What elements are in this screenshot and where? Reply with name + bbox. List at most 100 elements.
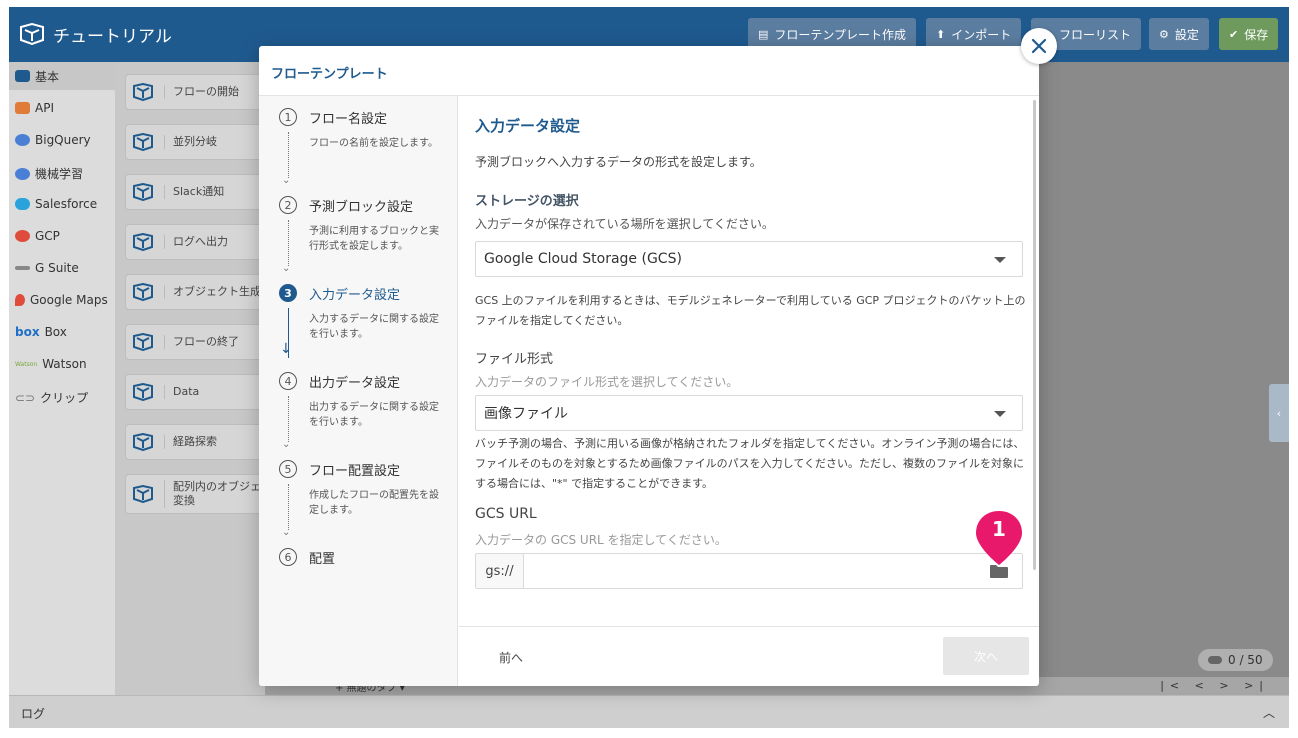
app-title: チュートリアル [53,27,172,47]
palette-item-bigquery[interactable]: BigQuery [15,133,91,147]
block-item[interactable]: 配列内のオブジェ 変換 [125,474,275,514]
block-item[interactable]: ログへ出力 [125,224,275,260]
step-title: フロー名設定 [309,112,388,127]
basic-icon [15,70,30,82]
log-label: ログ [21,707,46,721]
log-panel[interactable]: ログ ︿ [9,695,1289,728]
file-format-selected: 画像ファイル [484,406,568,422]
file-format-note: バッチ予測の場合、予測に用いる画像が格納されたフォルダを指定してください。オンラ… [475,437,1025,490]
palette-item-ml[interactable]: 機械学習 [15,165,83,182]
gcs-url-prefix: gs:// [476,554,524,588]
step-connector [288,132,289,178]
brain-icon [15,167,30,180]
gsuite-icon [15,266,30,270]
block-cube-icon [133,333,153,351]
file-format-hint: 入力データのファイル形式を選択してください。 [475,375,739,389]
upload-icon: ⬆ [936,27,946,41]
storage-hint: 入力データが保存されている場所を選択してください。 [475,217,774,231]
palette-item-salesforce[interactable]: Salesforce [15,197,97,211]
step-description: フローの名前を設定します。 [309,138,438,149]
block-cube-icon [133,233,153,251]
block-item[interactable]: フローの終了 [125,324,275,360]
palette-item-api[interactable]: API [15,101,54,115]
arrow-down-icon: ⌄ [282,175,291,186]
block-counter: 0 / 50 [1198,649,1273,671]
block-cube-icon [133,283,153,301]
block-item[interactable]: Slack通知 [125,174,275,210]
palette-item-box[interactable]: box Box [15,325,67,339]
close-button[interactable] [1021,28,1057,64]
arrow-down-icon: ⌄ [282,439,291,450]
step-title: フロー配置設定 [309,464,401,479]
caret-down-icon [994,411,1006,417]
settings-button[interactable]: ⚙ 設定 [1149,18,1209,50]
chevron-up-icon[interactable]: ︿ [1263,704,1275,721]
block-cube-icon [133,83,153,101]
step-description: 作成したフローの配置先を設定します。 [309,490,439,516]
block-cube-icon [133,433,153,451]
storage-selected: Google Cloud Storage (GCS) [484,251,682,267]
step-number: 6 [279,548,297,566]
step-list: 1 フロー名設定 フローの名前を設定します。 ⌄ 2 予測ブロック設定 予測に利… [259,96,458,686]
salesforce-cloud-icon [15,198,30,210]
section-title: 入力データ設定 [475,117,581,135]
section-description: 予測ブロックへ入力するデータの形式を設定します。 [475,155,762,169]
step-number: 3 [279,284,297,302]
block-cube-icon [133,485,153,503]
map-pin-icon [15,294,25,306]
storage-select[interactable]: Google Cloud Storage (GCS) [475,241,1023,277]
storage-heading: ストレージの選択 [475,194,579,209]
dialog-title: フローテンプレート [271,67,388,82]
callout-number: 1 [992,517,1006,541]
palette-item-google-maps[interactable]: Google Maps [15,293,108,307]
save-button[interactable]: ✔ 保存 [1219,18,1279,50]
bigquery-icon [15,134,30,146]
storage-note: GCS 上のファイルを利用するときは、モデルジェネレーターで利用している GCP… [475,294,1026,327]
block-item[interactable]: フローの開始 [125,74,275,110]
block-item[interactable]: Data [125,374,275,410]
block-cube-icon [133,133,153,151]
tab-pager[interactable]: |< < > >| [1160,679,1269,692]
prev-button[interactable]: 前へ [499,649,523,666]
step-description: 出力するデータに関する設定を行います。 [309,402,439,428]
next-button[interactable]: 次へ [943,637,1029,675]
divider [459,626,1039,627]
arrow-down-icon: ⌄ [282,527,291,538]
step-connector [288,220,289,266]
block-item[interactable]: 並列分岐 [125,124,275,160]
block-item[interactable]: オブジェクト生成 [125,274,275,310]
flow-template-dialog: フローテンプレート 1 フロー名設定 フローの名前を設定します。 ⌄ 2 予測ブ… [259,46,1039,686]
arrow-down-icon: ↓ [280,341,292,357]
file-format-select[interactable]: 画像ファイル [475,395,1023,431]
step-number: 4 [279,372,297,390]
palette-item-gsuite[interactable]: G Suite [15,261,79,275]
pill-icon [1208,656,1222,664]
gcp-icon [15,230,30,242]
step-connector [288,484,289,530]
arrow-down-icon: ⌄ [282,263,291,274]
gcs-url-hint: 入力データの GCS URL を指定してください。 [475,533,727,547]
document-icon: ▤ [758,27,769,41]
block-cube-icon [133,183,153,201]
callout-badge: 1 [974,509,1024,567]
gcs-url-label: GCS URL [475,506,537,522]
close-icon [1031,38,1047,54]
block-category-palette: 基本 API BigQuery 機械学習 Salesforce GCP G Su… [9,62,115,695]
paperclip-icon: ⊂⊃ [15,390,36,405]
step-title: 予測ブロック設定 [309,200,414,215]
step-title: 出力データ設定 [309,376,401,391]
scrollbar[interactable] [1033,100,1036,570]
palette-item-clip[interactable]: ⊂⊃ クリップ [15,389,88,406]
block-item[interactable]: 経路探索 [125,424,275,460]
file-format-label: ファイル形式 [475,352,554,367]
check-circle-icon: ✔ [1229,27,1239,41]
palette-item-watson[interactable]: Watson Watson [15,357,87,371]
palette-item-basic[interactable]: 基本 [9,62,115,90]
box-logo-icon: box [15,325,40,339]
step-number: 2 [279,196,297,214]
step-number: 1 [279,108,297,126]
caret-down-icon [994,257,1006,263]
side-panel-toggle[interactable]: ‹ [1269,384,1289,442]
gcs-url-input[interactable] [525,554,965,588]
palette-item-gcp[interactable]: GCP [15,229,60,243]
